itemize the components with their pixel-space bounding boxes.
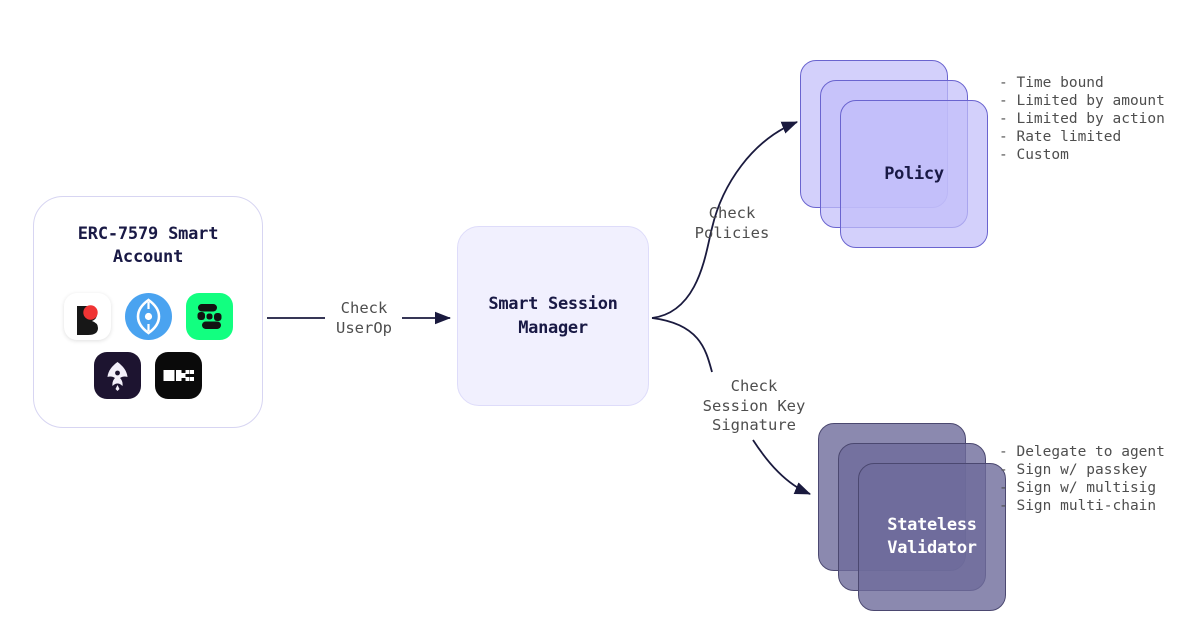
policy-bullet-list: - Time bound - Limited by amount - Limit… (999, 75, 1165, 163)
wallet-logo-grid (34, 293, 262, 411)
okx-logo (155, 352, 202, 399)
safe-logo (185, 293, 233, 340)
wallet-logo-row-1 (34, 293, 262, 340)
edge-signature-to-validator (752, 439, 811, 495)
smart-session-manager-title: Smart Session Manager (488, 294, 618, 338)
zerodev-logo (124, 293, 172, 340)
smart-account-box: ERC-7579 Smart Account (33, 196, 263, 428)
edge-label-check-policies: Check Policies (694, 204, 770, 242)
policy-card-stack: Policy (800, 60, 990, 250)
etherspot-logo (94, 352, 141, 399)
edge-label-check-userop: Check UserOp (336, 299, 392, 337)
policy-card-title: Policy (884, 163, 944, 184)
validator-card-title: Stateless Validator (887, 515, 977, 558)
edge-label-check-session-key-signature: Check Session Key Signature (702, 377, 806, 434)
smart-session-manager-box: Smart Session Manager (457, 226, 649, 406)
stateless-validator-card-stack: Stateless Validator (818, 423, 1008, 613)
diagram-canvas: ERC-7579 Smart Account Check UserOp Smar… (0, 0, 1200, 644)
wallet-logo-row-2 (34, 352, 262, 399)
edge-manager-to-validator (651, 317, 713, 373)
validator-bullet-list: - Delegate to agent - Sign w/ passkey - … (999, 444, 1165, 514)
smart-account-title: ERC-7579 Smart Account (77, 224, 219, 267)
biconomy-logo (63, 293, 111, 340)
